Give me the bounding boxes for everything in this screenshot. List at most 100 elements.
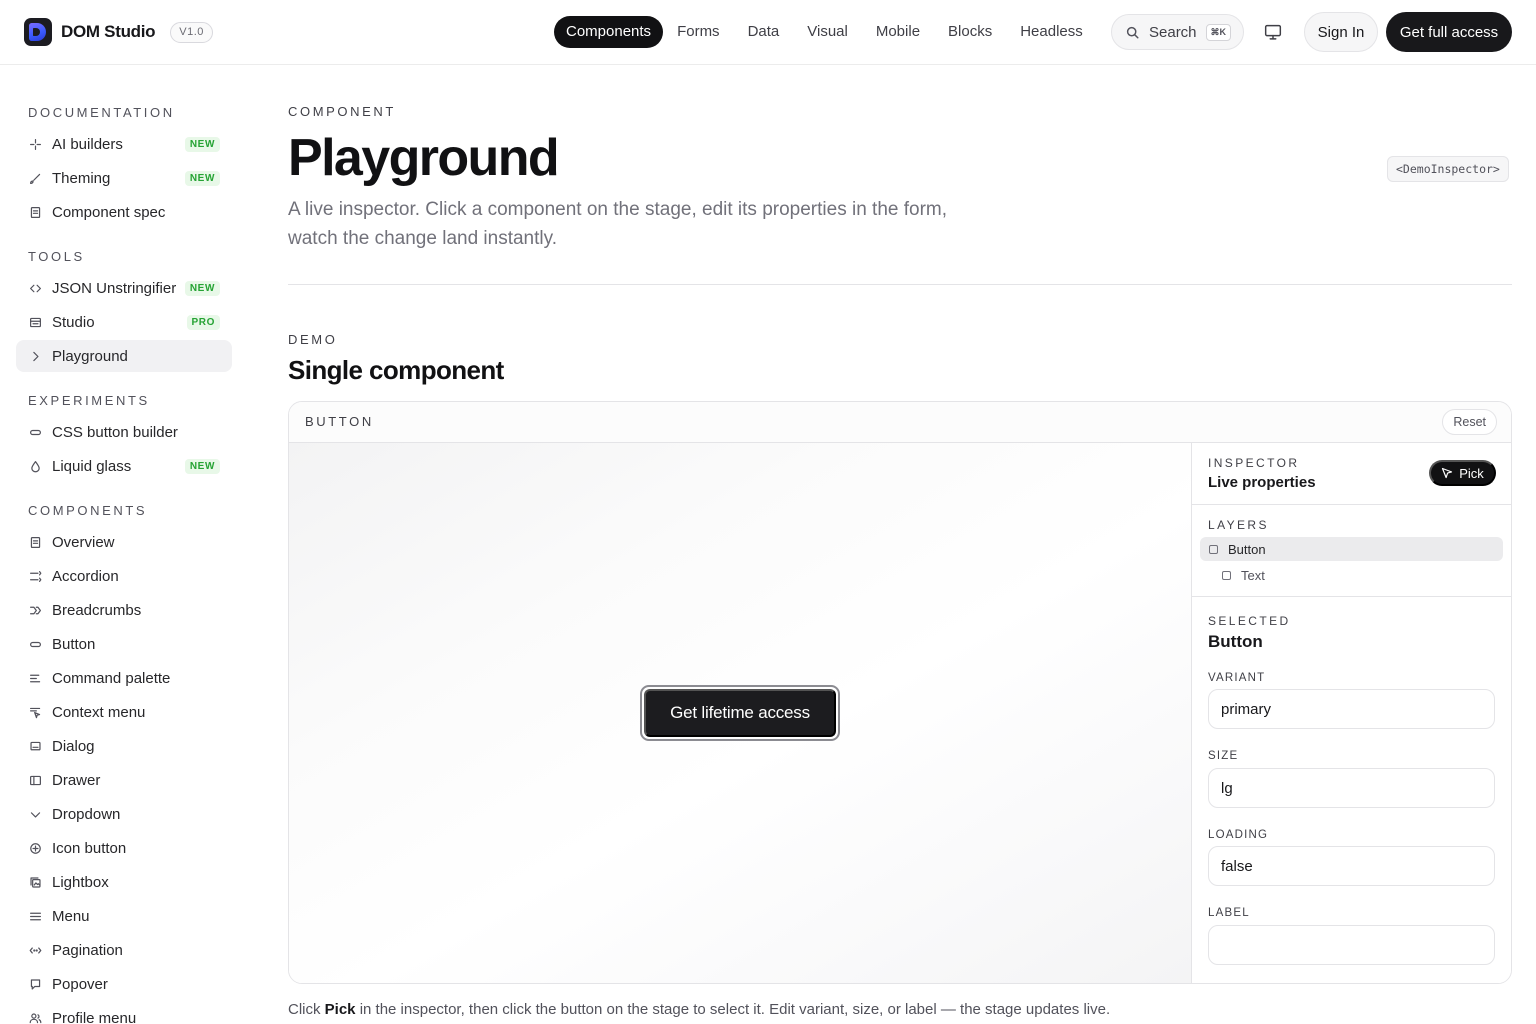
sidebar-item-label: Button <box>52 635 96 653</box>
sidebar-item-icon-button[interactable]: Icon button <box>16 832 232 864</box>
sidebar-section-experiments: EXPERIMENTS CSS button builder Liquid glas… <box>16 391 232 482</box>
sidebar-section-title: DOCUMENTATION <box>28 105 175 120</box>
hamburger-icon <box>28 909 42 923</box>
nav-data[interactable]: Data <box>734 16 794 48</box>
sign-in-button[interactable]: Sign In <box>1304 12 1378 52</box>
nav-forms[interactable]: Forms <box>663 16 734 48</box>
nav-headless[interactable]: Headless <box>1006 16 1097 48</box>
chevron-right-icon <box>28 349 42 363</box>
layer-button[interactable]: Button <box>1200 537 1503 561</box>
sidebar-item-liquid-glass[interactable]: Liquid glass NEW <box>16 450 232 482</box>
size-label: SIZE <box>1208 750 1239 762</box>
sidebar-item-drawer[interactable]: Drawer <box>16 764 232 796</box>
layers-title: LAYERS <box>1208 518 1269 532</box>
nav-blocks[interactable]: Blocks <box>934 16 1006 48</box>
sidebar-section-components: COMPONENTS Overview Accordion Breadcrumbs Bu… <box>16 501 232 1024</box>
sidebar-item-lightbox[interactable]: Lightbox <box>16 866 232 898</box>
sidebar-item-accordion[interactable]: Accordion <box>16 560 232 592</box>
sidebar-item-label: Context menu <box>52 703 146 721</box>
new-badge: NEW <box>184 281 220 296</box>
sidebar-item-command-palette[interactable]: Command palette <box>16 662 232 694</box>
sidebar: DOCUMENTATION AI builders NEW Theming NEW Com… <box>16 65 232 1024</box>
sidebar-item-studio[interactable]: Studio PRO <box>16 306 232 338</box>
search-shortcut: ⌘K <box>1205 23 1232 41</box>
reset-button[interactable]: Reset <box>1442 409 1497 435</box>
sidebar-item-pagination[interactable]: Pagination <box>16 934 232 966</box>
plus-circle-icon <box>28 841 42 855</box>
nav-components[interactable]: Components <box>554 16 664 48</box>
sidebar-item-label: Dropdown <box>52 805 121 823</box>
stage-button[interactable]: Get lifetime access <box>644 689 836 737</box>
drawer-icon <box>28 773 42 787</box>
version-badge: V1.0 <box>170 21 213 43</box>
sidebar-item-popover[interactable]: Popover <box>16 968 232 1000</box>
layer-text[interactable]: Text <box>1222 563 1265 587</box>
layer-label: Button <box>1228 541 1266 557</box>
sidebar-item-css-button-builder[interactable]: CSS button builder <box>16 416 232 448</box>
selected-name: Button <box>1208 632 1263 651</box>
users-icon <box>28 1011 42 1024</box>
pick-button[interactable]: Pick <box>1429 460 1496 486</box>
page-eyebrow: COMPONENT <box>288 104 396 119</box>
sidebar-item-overview[interactable]: Overview <box>16 526 232 558</box>
pagination-icon <box>28 943 42 957</box>
get-full-access-button[interactable]: Get full access <box>1386 12 1512 52</box>
sidebar-item-label: AI builders <box>52 135 123 153</box>
sidebar-item-label: Breadcrumbs <box>52 601 142 619</box>
sidebar-item-dialog[interactable]: Dialog <box>16 730 232 762</box>
sidebar-item-json-unstringifier[interactable]: JSON Unstringifier NEW <box>16 272 232 304</box>
nav-mobile[interactable]: Mobile <box>862 16 934 48</box>
document-icon <box>28 535 42 549</box>
sidebar-item-menu[interactable]: Menu <box>16 900 232 932</box>
panel-header: BUTTON Reset <box>289 402 1511 443</box>
accordion-icon <box>28 569 42 583</box>
loading-label: LOADING <box>1208 829 1269 841</box>
new-badge: NEW <box>184 459 220 474</box>
page-title: Playground <box>288 129 560 187</box>
label-input[interactable] <box>1208 925 1495 965</box>
stage[interactable]: Get lifetime access <box>289 443 1192 983</box>
sidebar-item-dropdown[interactable]: Dropdown <box>16 798 232 830</box>
image-stack-icon <box>28 875 42 889</box>
sidebar-item-ai-builders[interactable]: AI builders NEW <box>16 128 232 160</box>
new-badge: NEW <box>184 137 220 152</box>
sidebar-item-button[interactable]: Button <box>16 628 232 660</box>
new-badge: NEW <box>184 171 220 186</box>
sidebar-item-breadcrumbs[interactable]: Breadcrumbs <box>16 594 232 626</box>
selected-title: SELECTED <box>1208 614 1291 628</box>
droplet-icon <box>28 459 42 473</box>
selection-outline: Get lifetime access <box>640 685 840 741</box>
sidebar-item-theming[interactable]: Theming NEW <box>16 162 232 194</box>
variant-input[interactable] <box>1208 689 1495 729</box>
monitor-icon <box>1264 24 1282 40</box>
sidebar-section-title: EXPERIMENTS <box>28 393 150 408</box>
sidebar-item-label: Playground <box>52 347 128 365</box>
brand[interactable]: DOM Studio V1.0 <box>24 18 213 46</box>
sidebar-item-component-spec[interactable]: Component spec <box>16 196 232 228</box>
loading-input[interactable] <box>1208 846 1495 886</box>
cursor-menu-icon <box>28 705 42 719</box>
pill-icon <box>28 637 42 651</box>
nav-visual[interactable]: Visual <box>793 16 862 48</box>
sidebar-section-title: TOOLS <box>28 249 85 264</box>
size-input[interactable] <box>1208 768 1495 808</box>
footnote-bold: Pick <box>324 1001 356 1018</box>
inspector-eyebrow: INSPECTOR <box>1208 456 1300 470</box>
sidebar-item-context-menu[interactable]: Context menu <box>16 696 232 728</box>
chevron-down-icon <box>28 807 42 821</box>
sidebar-item-label: Component spec <box>52 203 166 221</box>
search-button[interactable]: Search ⌘K <box>1111 14 1244 50</box>
sidebar-item-profile-menu[interactable]: Profile menu <box>16 1002 232 1024</box>
primary-nav: Components Forms Data Visual Mobile Bloc… <box>554 16 1097 48</box>
sidebar-section-documentation: DOCUMENTATION AI builders NEW Theming NEW Com… <box>16 103 232 228</box>
panel-label: BUTTON <box>305 414 374 429</box>
pick-label: Pick <box>1459 465 1484 481</box>
search-label: Search <box>1149 23 1197 41</box>
code-brackets-icon <box>28 281 42 295</box>
theme-toggle-button[interactable] <box>1262 21 1284 43</box>
inspector: INSPECTOR Live properties Pick LAYERS Bu… <box>1192 443 1511 983</box>
sidebar-item-playground[interactable]: Playground <box>16 340 232 372</box>
top-navigation: DOM Studio V1.0 Components Forms Data Vi… <box>0 0 1536 65</box>
breadcrumb-icon <box>28 603 42 617</box>
sidebar-item-label: CSS button builder <box>52 423 178 441</box>
